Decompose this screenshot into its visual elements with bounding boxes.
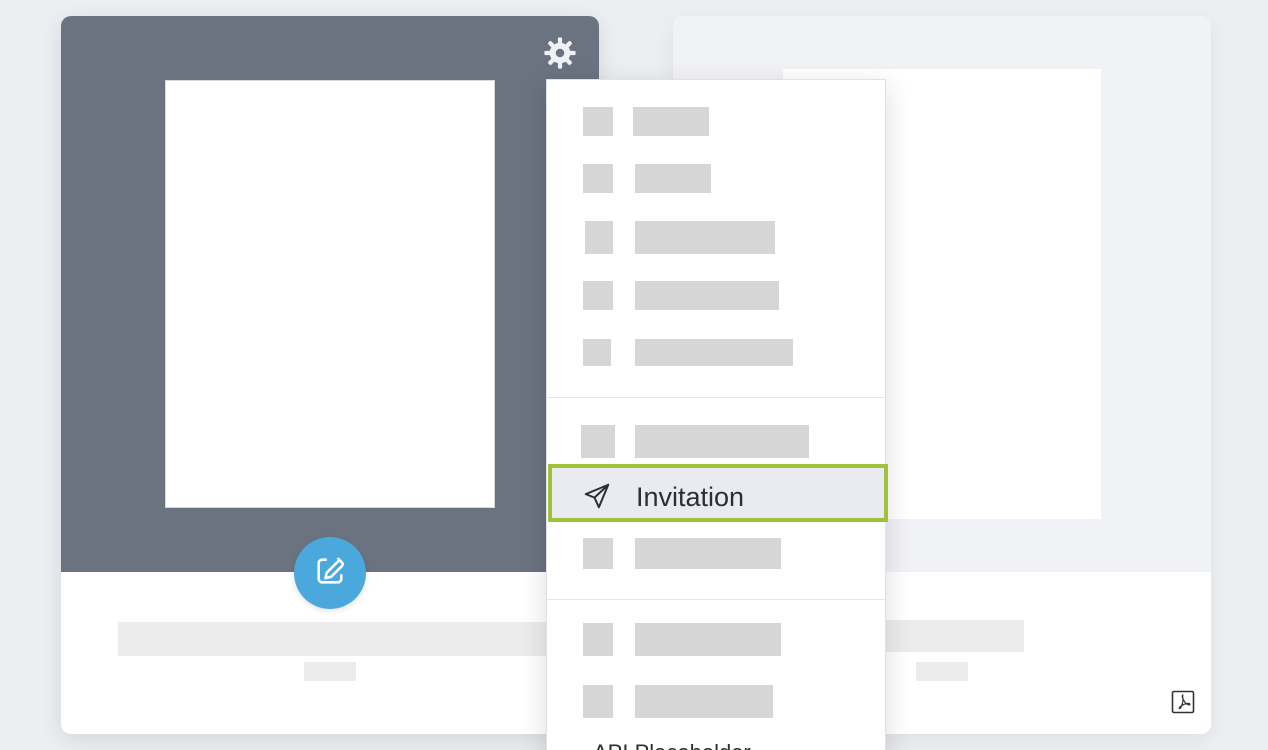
menu-item-label-placeholder (635, 339, 793, 366)
menu-item-icon (583, 538, 613, 569)
document-thumbnail[interactable] (165, 80, 495, 508)
menu-item-label-placeholder (635, 281, 779, 310)
card-preview-area (61, 16, 599, 572)
menu-item-8[interactable] (547, 526, 885, 578)
menu-item-4[interactable] (547, 268, 885, 320)
menu-item-label-placeholder (635, 538, 781, 569)
template-subtitle-placeholder (304, 662, 356, 681)
edit-button[interactable] (294, 537, 366, 609)
menu-item-invitation[interactable]: Invitation (548, 464, 888, 522)
menu-item-3[interactable] (547, 209, 885, 261)
menu-item-icon (583, 339, 611, 366)
menu-item-label: Invitation (636, 482, 745, 512)
menu-item-5[interactable] (547, 326, 885, 378)
menu-item-label-placeholder (633, 107, 709, 136)
menu-item-icon (583, 685, 613, 718)
menu-item-cut-off[interactable]: API Placeholder (593, 740, 751, 750)
menu-divider (547, 397, 885, 398)
menu-item-icon (583, 623, 613, 656)
stage: Invitation API Placeholder (0, 0, 1268, 750)
menu-item-9[interactable] (547, 611, 885, 663)
paper-plane-icon (582, 481, 612, 511)
menu-item-icon (585, 221, 613, 254)
menu-item-icon (583, 164, 613, 193)
menu-item-10[interactable] (547, 673, 885, 725)
menu-divider (547, 599, 885, 600)
menu-item-1[interactable] (547, 95, 885, 147)
menu-item-2[interactable] (547, 152, 885, 204)
gear-icon[interactable] (543, 36, 577, 70)
template-title-placeholder (118, 622, 548, 656)
menu-item-label-placeholder (635, 685, 773, 718)
settings-menu: Invitation API Placeholder (546, 79, 888, 750)
menu-item-icon (581, 425, 615, 458)
edit-icon (313, 554, 347, 593)
template-card-1 (61, 16, 599, 734)
menu-item-icon (583, 107, 613, 136)
menu-item-icon (583, 281, 613, 310)
template-subtitle-placeholder-2 (916, 662, 968, 681)
template-title-placeholder-2 (884, 620, 1024, 652)
pdf-icon[interactable] (1171, 690, 1195, 714)
menu-item-label-placeholder (635, 164, 711, 193)
menu-item-6[interactable] (547, 413, 885, 465)
menu-item-label-placeholder (635, 221, 775, 254)
menu-item-label-placeholder (635, 425, 809, 458)
menu-item-label-placeholder (635, 623, 781, 656)
